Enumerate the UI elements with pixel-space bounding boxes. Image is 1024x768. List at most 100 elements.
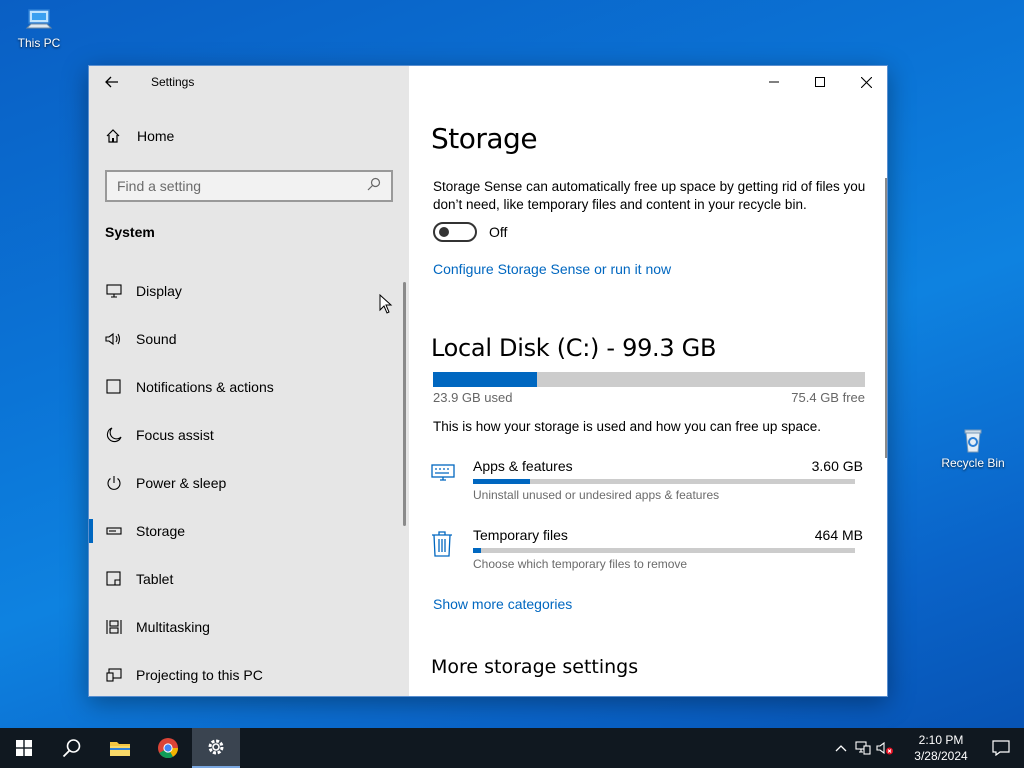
maximize-button[interactable] bbox=[797, 66, 843, 98]
home-label: Home bbox=[137, 128, 175, 144]
disk-free-label: 75.4 GB free bbox=[791, 390, 865, 405]
projecting-icon bbox=[105, 666, 123, 684]
chrome-taskbar-button[interactable] bbox=[144, 728, 192, 768]
section-label-system: System bbox=[105, 224, 155, 240]
start-button[interactable] bbox=[0, 728, 48, 768]
show-more-categories-link[interactable]: Show more categories bbox=[433, 596, 572, 612]
sidebar-item-focus-assist[interactable]: Focus assist bbox=[89, 411, 409, 459]
home-icon bbox=[105, 128, 123, 144]
sidebar-item-label: Projecting to this PC bbox=[136, 667, 263, 683]
category-usage-bar bbox=[473, 548, 855, 553]
category-usage-fill bbox=[473, 548, 481, 553]
monitor-icon bbox=[105, 282, 123, 300]
category-size: 464 MB bbox=[814, 527, 863, 543]
content-scrollbar[interactable] bbox=[885, 178, 887, 458]
search-taskbar-button[interactable] bbox=[48, 728, 96, 768]
home-nav-item[interactable]: Home bbox=[105, 128, 174, 144]
sidebar-item-display[interactable]: Display bbox=[89, 267, 409, 315]
sidebar-item-label: Power & sleep bbox=[136, 475, 227, 491]
speaker-icon bbox=[105, 330, 123, 348]
sidebar-item-label: Notifications & actions bbox=[136, 379, 274, 395]
configure-storage-sense-link[interactable]: Configure Storage Sense or run it now bbox=[433, 261, 671, 277]
trash-icon bbox=[431, 531, 457, 557]
sidebar-item-power-sleep[interactable]: Power & sleep bbox=[89, 459, 409, 507]
sidebar-item-projecting[interactable]: Projecting to this PC bbox=[89, 651, 409, 696]
close-icon bbox=[860, 76, 872, 88]
more-storage-settings-heading: More storage settings bbox=[431, 656, 639, 678]
tray-overflow-button[interactable] bbox=[830, 728, 852, 768]
window-controls bbox=[751, 66, 887, 98]
category-usage-fill bbox=[473, 479, 531, 484]
sidebar-item-label: Multitasking bbox=[136, 619, 210, 635]
taskbar-clock[interactable]: 2:10 PM 3/28/2024 bbox=[904, 732, 978, 764]
category-name: Apps & features bbox=[473, 458, 573, 474]
volume-muted-icon bbox=[876, 741, 893, 755]
windows-logo-icon bbox=[16, 740, 32, 756]
storage-sense-description: Storage Sense can automatically free up … bbox=[433, 179, 866, 212]
category-subtitle: Choose which temporary files to remove bbox=[473, 557, 688, 571]
search-box[interactable] bbox=[105, 170, 393, 202]
network-icon bbox=[855, 741, 871, 755]
settings-sidebar: Settings Home System Display Sound bbox=[89, 66, 409, 696]
power-icon bbox=[105, 474, 123, 492]
sidebar-item-label: Tablet bbox=[136, 571, 174, 587]
apps-features-icon bbox=[431, 462, 457, 488]
clock-date: 3/28/2024 bbox=[914, 749, 968, 763]
category-name: Temporary files bbox=[473, 527, 568, 543]
storage-sense-toggle[interactable] bbox=[433, 222, 477, 242]
sidebar-item-label: Sound bbox=[136, 331, 177, 347]
toggle-knob bbox=[439, 227, 449, 237]
gear-icon bbox=[208, 739, 224, 755]
page-title: Storage bbox=[431, 122, 538, 155]
clock-time: 2:10 PM bbox=[918, 733, 964, 747]
taskbar: 2:10 PM 3/28/2024 bbox=[0, 728, 1024, 768]
maximize-icon bbox=[815, 77, 825, 87]
minimize-icon bbox=[769, 81, 779, 83]
sidebar-item-multitasking[interactable]: Multitasking bbox=[89, 603, 409, 651]
search-input[interactable] bbox=[117, 178, 357, 194]
chrome-icon bbox=[158, 738, 179, 759]
search-icon[interactable] bbox=[367, 177, 381, 196]
settings-taskbar-button[interactable] bbox=[192, 728, 240, 768]
storage-content: Storage Storage Sense can automatically … bbox=[409, 66, 887, 696]
storage-sense-toggle-row: Off bbox=[433, 222, 507, 242]
close-button[interactable] bbox=[843, 66, 887, 98]
file-explorer-taskbar-button[interactable] bbox=[96, 728, 144, 768]
sidebar-scrollbar[interactable] bbox=[403, 282, 406, 526]
minimize-button[interactable] bbox=[751, 66, 797, 98]
search-icon bbox=[62, 739, 81, 758]
network-tray-button[interactable] bbox=[852, 728, 874, 768]
disk-usage-bar bbox=[433, 372, 865, 387]
sidebar-item-label: Display bbox=[136, 283, 182, 299]
back-button[interactable] bbox=[89, 66, 135, 98]
sidebar-item-tablet[interactable]: Tablet bbox=[89, 555, 409, 603]
volume-tray-button[interactable] bbox=[874, 728, 896, 768]
tablet-icon bbox=[105, 570, 123, 588]
category-usage-bar bbox=[473, 479, 855, 484]
local-disk-title: Local Disk (C:) - 99.3 GB bbox=[431, 334, 717, 362]
storage-icon bbox=[105, 522, 123, 540]
computer-icon bbox=[23, 6, 55, 34]
back-arrow-icon bbox=[105, 76, 118, 88]
multitasking-icon bbox=[105, 618, 123, 636]
this-pc-desktop-icon[interactable]: This PC bbox=[4, 6, 74, 50]
recycle-bin-desktop-icon[interactable]: Recycle Bin bbox=[938, 426, 1008, 470]
notification-icon bbox=[105, 378, 123, 396]
moon-icon bbox=[105, 426, 123, 444]
disk-info-text: This is how your storage is used and how… bbox=[433, 419, 821, 434]
disk-used-label: 23.9 GB used bbox=[433, 390, 513, 405]
sidebar-item-sound[interactable]: Sound bbox=[89, 315, 409, 363]
sidebar-item-notifications[interactable]: Notifications & actions bbox=[89, 363, 409, 411]
folder-icon bbox=[110, 742, 130, 756]
action-center-button[interactable] bbox=[978, 728, 1024, 768]
notification-icon bbox=[992, 740, 1010, 756]
disk-usage-fill bbox=[433, 372, 537, 387]
sidebar-item-label: Focus assist bbox=[136, 427, 214, 443]
category-temporary-files[interactable]: Temporary files 464 MB Choose which temp… bbox=[431, 527, 863, 587]
settings-window: Settings Home System Display Sound bbox=[88, 65, 888, 697]
sidebar-item-storage[interactable]: Storage bbox=[89, 507, 409, 555]
app-title: Settings bbox=[151, 75, 195, 89]
sidebar-item-label: Storage bbox=[136, 523, 186, 539]
recycle-bin-icon bbox=[957, 426, 989, 454]
category-apps-features[interactable]: Apps & features 3.60 GB Uninstall unused… bbox=[431, 458, 863, 518]
